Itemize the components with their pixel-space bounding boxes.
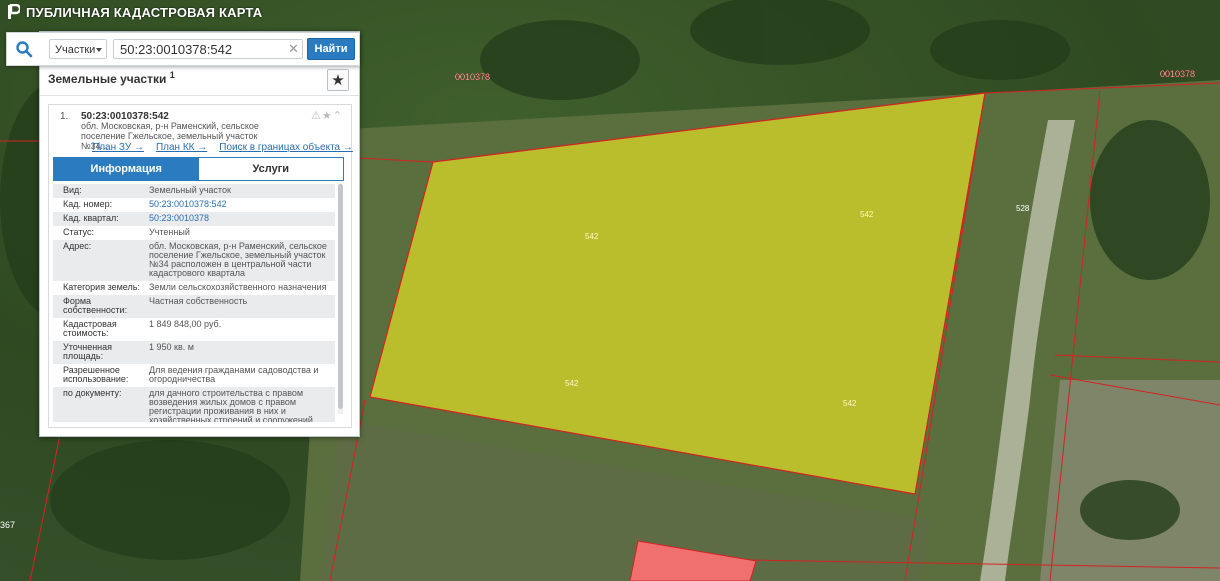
- quarter-label-left: 0010378: [455, 72, 490, 82]
- info-value: Для ведения гражданами садоводства и ого…: [149, 365, 319, 384]
- app-bar: ПУБЛИЧНАЯ КАДАСТРОВАЯ КАРТА: [0, 0, 262, 24]
- info-value-link[interactable]: 50:23:0010378: [149, 214, 335, 223]
- info-row: Кад. номер: 50:23:0010378:542: [53, 198, 335, 212]
- info-row: Уточненная площадь: 1 950 кв. м: [53, 341, 335, 364]
- chevron-up-icon[interactable]: ⌃: [333, 110, 343, 122]
- search-panel: Участки ✕ Найти Земельные участки 1 ★ 1.…: [6, 31, 360, 437]
- info-value: Учтенный: [149, 227, 190, 237]
- info-value: обл. Московская, р-н Раменский, сельское…: [149, 241, 327, 278]
- info-label: Вид:: [63, 185, 82, 195]
- star-icon[interactable]: ★: [322, 110, 333, 122]
- info-value: 1 950 кв. м: [149, 342, 194, 352]
- plan-kk-link[interactable]: План КК →: [156, 142, 207, 153]
- info-value-link[interactable]: 50:23:0010378:542: [149, 200, 335, 209]
- info-scrollbar[interactable]: [338, 184, 343, 414]
- info-row: по документу: для дачного строительства с…: [53, 387, 335, 422]
- edge-parcel-label: 367: [0, 520, 15, 530]
- result-links: План ЗУ → План КК → Поиск в границах объ…: [92, 142, 353, 153]
- info-label: Кадастровая стоимость:: [63, 319, 117, 338]
- info-value: Земельный участок: [149, 185, 231, 195]
- section-count: 1: [169, 70, 175, 80]
- object-type-label: Участки: [55, 44, 96, 56]
- result-card[interactable]: 1. 50:23:0010378:542 обл. Московская, р-…: [48, 104, 353, 428]
- search-input[interactable]: [113, 39, 303, 59]
- quarter-label-right: 0010378: [1160, 69, 1195, 79]
- app-title: ПУБЛИЧНАЯ КАДАСТРОВАЯ КАРТА: [26, 4, 263, 20]
- divider: [40, 95, 359, 96]
- info-value: 1 849 848,00 руб.: [149, 319, 222, 329]
- section-title-text: Земельные участки: [48, 72, 167, 86]
- info-tabs: Информация Услуги: [53, 157, 344, 181]
- info-label: Адрес:: [63, 241, 92, 251]
- tab-services[interactable]: Услуги: [198, 158, 343, 180]
- info-row: Вид: Земельный участок: [53, 184, 335, 198]
- object-type-select[interactable]: Участки: [49, 39, 107, 59]
- tab-information[interactable]: Информация: [54, 158, 199, 180]
- info-row: Форма собственности: Частная собственност…: [53, 295, 335, 318]
- chevron-down-icon: [96, 48, 102, 52]
- info-value: для дачного строительства с правом возве…: [149, 388, 313, 423]
- parcel-label: 542: [585, 232, 599, 241]
- info-row: Категория земель: Земли сельскохозяйствен…: [53, 281, 335, 295]
- result-index: 1.: [60, 111, 69, 122]
- info-row: Разрешенное использование: Для ведения гр…: [53, 364, 335, 387]
- neighbor-parcel-label: 528: [1016, 204, 1030, 213]
- search-in-bounds-link[interactable]: Поиск в границах объекта →: [219, 142, 353, 153]
- parcel-label: 542: [565, 379, 579, 388]
- info-value: Частная собственность: [149, 296, 248, 306]
- info-value: Земли сельскохозяйственного назначения: [149, 282, 327, 292]
- info-label: Статус:: [63, 227, 94, 237]
- info-row: Статус: Учтенный: [53, 226, 335, 240]
- info-label: Разрешенное использование:: [63, 365, 129, 384]
- favorites-button[interactable]: ★: [327, 69, 349, 91]
- find-button[interactable]: Найти: [307, 38, 355, 60]
- info-label: Форма собственности:: [63, 296, 128, 315]
- plan-zu-link[interactable]: План ЗУ →: [92, 142, 144, 153]
- info-row: Кад. квартал: 50:23:0010378: [53, 212, 335, 226]
- result-tools[interactable]: ⚠★⌃: [311, 109, 343, 122]
- info-table: Вид: Земельный участок Кад. номер: 50:23:0…: [53, 184, 335, 422]
- info-row: Адрес: обл. Московская, р-н Раменский, се…: [53, 240, 335, 281]
- scrollbar-thumb[interactable]: [338, 184, 343, 409]
- warning-icon[interactable]: ⚠: [311, 110, 322, 122]
- search-icon[interactable]: [15, 40, 33, 58]
- parcel-label: 542: [860, 210, 874, 219]
- app-logo-icon: [8, 4, 20, 19]
- info-label: Кад. квартал:: [63, 213, 119, 223]
- info-label: Уточненная площадь:: [63, 342, 113, 361]
- info-row: Кадастровая стоимость: 1 849 848,00 руб.: [53, 318, 335, 341]
- info-label: Категория земель:: [63, 282, 140, 292]
- section-title: Земельные участки 1: [48, 70, 175, 86]
- info-label: по документу:: [63, 388, 122, 398]
- clear-icon[interactable]: ✕: [288, 41, 299, 57]
- info-label: Кад. номер:: [63, 199, 113, 209]
- parcel-label: 542: [843, 399, 857, 408]
- search-bar: Участки ✕ Найти: [6, 32, 360, 66]
